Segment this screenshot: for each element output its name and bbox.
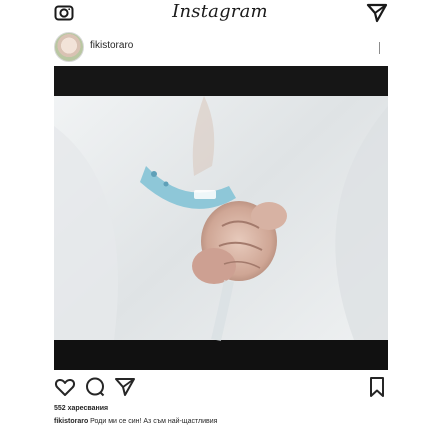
- post-photo-image: [54, 66, 388, 370]
- avatar[interactable]: [54, 32, 84, 62]
- post-photo[interactable]: [54, 66, 388, 370]
- post-caption: fikistoraro Роди ми се син! Аз съм най-щ…: [54, 418, 217, 425]
- caption-text: Роди ми се син! Аз съм най-щастливия: [88, 418, 218, 425]
- comment-icon[interactable]: [84, 376, 106, 398]
- send-icon[interactable]: [114, 376, 136, 398]
- caption-username[interactable]: fikistoraro: [54, 418, 88, 425]
- top-bar: Instagram: [0, 0, 440, 28]
- likes-count[interactable]: 552 харесвания: [54, 405, 108, 412]
- send-icon[interactable]: [366, 3, 388, 23]
- post-actions: [54, 376, 388, 400]
- heart-icon[interactable]: [54, 376, 76, 398]
- post-header: fikistoraro: [54, 30, 388, 64]
- more-options-icon[interactable]: [379, 42, 380, 54]
- post-username[interactable]: fikistoraro: [90, 40, 133, 51]
- bookmark-icon[interactable]: [366, 376, 388, 398]
